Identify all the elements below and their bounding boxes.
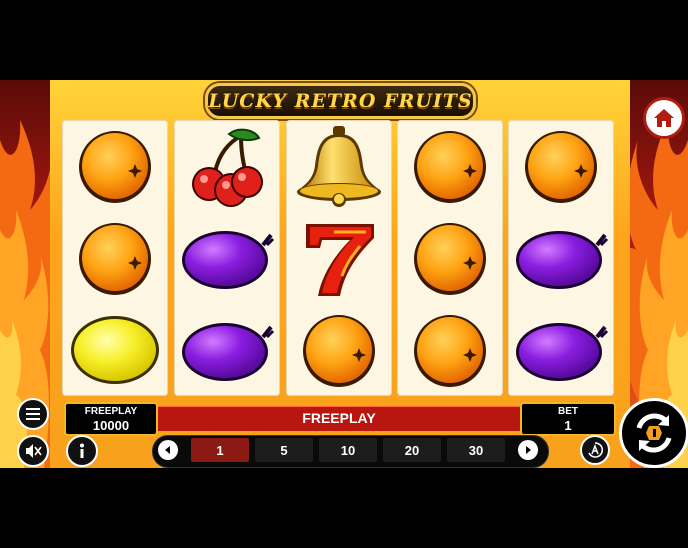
reel-3 <box>286 120 392 396</box>
symbol-orange <box>289 306 389 394</box>
balance-label: FREEPLAY <box>84 406 138 417</box>
symbol-plum <box>511 214 611 302</box>
symbol-orange <box>65 214 165 302</box>
symbol-orange <box>65 122 165 210</box>
bet-option-20[interactable]: 20 <box>383 438 441 462</box>
bet-label: BET <box>558 406 578 417</box>
symbol-orange <box>400 306 500 394</box>
arrow-right-icon <box>526 446 531 454</box>
symbol-cherry <box>177 122 277 210</box>
bet-next-button[interactable] <box>518 440 538 460</box>
bet-box: BET 1 <box>520 402 616 436</box>
reel-2 <box>174 120 280 396</box>
home-icon <box>654 109 674 127</box>
info-icon <box>80 443 84 458</box>
arrow-left-icon <box>165 446 170 454</box>
bet-option-10[interactable]: 10 <box>319 438 377 462</box>
sound-button[interactable] <box>17 435 49 467</box>
home-button[interactable] <box>643 97 685 139</box>
bet-option-5[interactable]: 5 <box>255 438 313 462</box>
menu-icon <box>26 408 40 420</box>
reel-1 <box>62 120 168 396</box>
bet-option-1[interactable]: 1 <box>191 438 249 462</box>
game-title: LUCKY RETRO FRUITS <box>208 90 473 112</box>
symbol-lemon <box>65 306 165 394</box>
sound-muted-icon <box>26 444 42 458</box>
bet-option-30[interactable]: 30 <box>447 438 505 462</box>
balance-value: 10000 <box>92 418 130 433</box>
symbol-plum <box>511 306 611 394</box>
reel-5 <box>508 120 614 396</box>
symbol-plum <box>177 306 277 394</box>
symbol-plum <box>177 214 277 302</box>
symbol-bell <box>289 122 389 210</box>
reel-4 <box>397 120 503 396</box>
game-logo: LUCKY RETRO FRUITS <box>205 83 476 119</box>
bet-value: 1 <box>564 418 572 433</box>
info-button[interactable] <box>66 435 98 467</box>
menu-button[interactable] <box>17 398 49 430</box>
autoplay-button[interactable] <box>580 435 610 465</box>
autoplay-icon <box>588 442 604 458</box>
symbol-orange <box>511 122 611 210</box>
symbol-orange <box>400 214 500 302</box>
bet-prev-button[interactable] <box>158 440 178 460</box>
balance-box: FREEPLAY 10000 <box>64 402 158 436</box>
spin-icon <box>636 413 672 453</box>
symbol-orange <box>400 122 500 210</box>
spin-button[interactable] <box>619 398 688 468</box>
symbol-seven <box>289 214 389 302</box>
